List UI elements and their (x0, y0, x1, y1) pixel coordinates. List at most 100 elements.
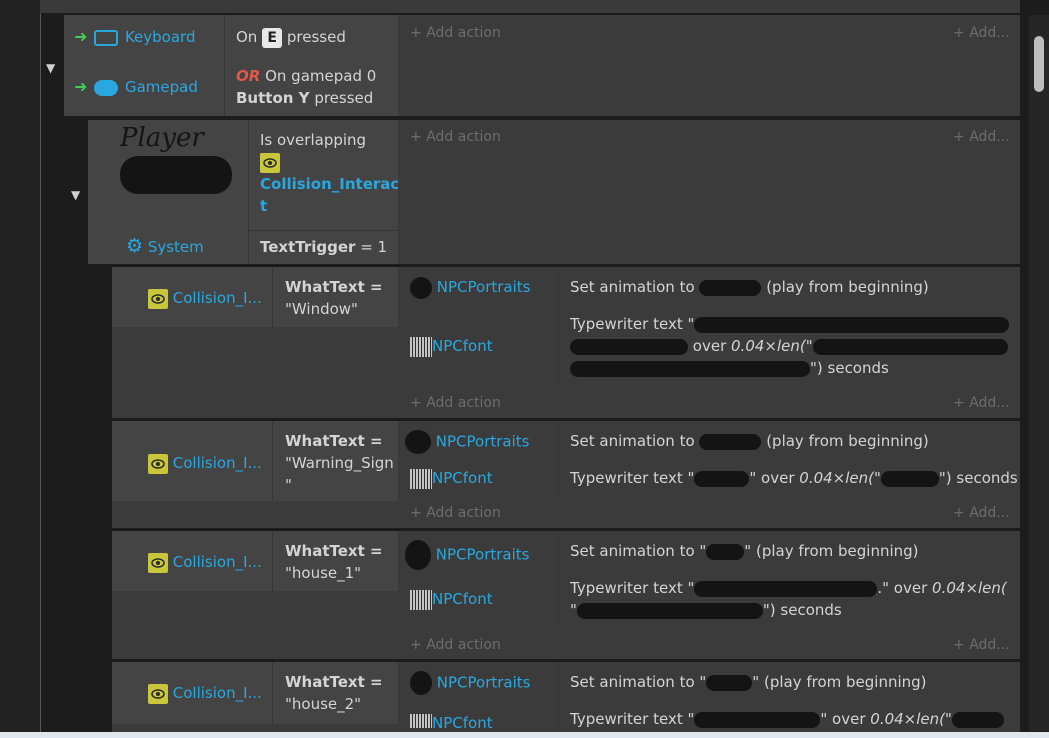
set-animation-action[interactable]: Set animation to (play from beginning) (570, 430, 929, 452)
set-animation-action[interactable]: Set animation to " " (play from beginning… (570, 540, 919, 562)
collision-object-condition[interactable]: Collision_I... (148, 287, 262, 309)
portrait-thumbnail-icon (410, 671, 432, 695)
eye-icon (148, 683, 168, 704)
collision-object-name-cont: t (260, 197, 268, 215)
action-text: Set animation to " (570, 542, 707, 560)
add-more-button[interactable]: + Add... (953, 505, 1010, 521)
collision-object-condition[interactable]: Collision_I... (148, 551, 262, 573)
action-divider (557, 421, 558, 495)
action-text: ") seconds (810, 359, 889, 377)
bitmap-font-icon (410, 468, 432, 489)
add-more-button[interactable]: + Add... (953, 395, 1010, 411)
action-text: " over (820, 710, 866, 728)
keyboard-condition-source[interactable]: ➜ Keyboard (74, 26, 195, 48)
add-action-button[interactable]: + Add action (410, 637, 501, 653)
object-name: Collision_I... (172, 553, 262, 571)
redacted-text (694, 580, 878, 597)
object-name: NPCfont (432, 469, 493, 487)
npc-font-object[interactable]: NPCfont (410, 588, 493, 610)
condition-text: pressed (314, 89, 374, 107)
object-name: Collision_I... (172, 289, 262, 307)
player-handwritten-label: Player (119, 123, 205, 153)
add-action-button[interactable]: + Add action (410, 395, 501, 411)
npc-font-object-clipped[interactable]: NPCfont (410, 712, 550, 728)
action-text: Typewriter text " (570, 315, 695, 333)
typewriter-action[interactable]: Typewriter text " ." over 0.04×len( " ") s… (570, 577, 1007, 621)
typewriter-action[interactable]: Typewriter text " over 0.04×len(" ") sec… (570, 313, 1010, 379)
typewriter-action[interactable]: Typewriter text " " over 0.04×len(" (570, 708, 1004, 730)
collision-object-condition[interactable]: Collision_I... (148, 452, 262, 474)
text-trigger-condition[interactable]: TextTrigger = 1 (260, 236, 387, 258)
redacted-text (570, 338, 688, 355)
gamepad-button-condition[interactable]: OR On gamepad 0 Button Y pressed (236, 65, 376, 109)
collapse-caret-event-2[interactable]: ▼ (71, 185, 80, 203)
npc-portraits-object[interactable]: NPCPortraits (410, 276, 530, 299)
action-expression: 0.04×len(" (731, 337, 813, 355)
condition-divider (272, 662, 273, 724)
action-divider (557, 531, 558, 626)
condition-divider (272, 531, 273, 591)
object-name: NPCPortraits (436, 673, 531, 692)
whattext-condition[interactable]: WhatText = "house_1" (285, 540, 383, 584)
tree-guide-line (40, 0, 41, 738)
collapse-caret-event-1[interactable]: ▼ (46, 58, 55, 76)
variable-value: "house_2" (285, 695, 362, 713)
action-text: over (692, 337, 727, 355)
npc-portraits-object[interactable]: NPCPortraits (405, 430, 529, 454)
add-action-button[interactable]: + Add action (410, 25, 501, 41)
set-animation-action[interactable]: Set animation to " " (play from beginning… (570, 671, 927, 693)
action-divider (557, 662, 558, 732)
add-more-button[interactable]: + Add... (953, 129, 1010, 145)
bitmap-font-icon (410, 713, 432, 728)
portrait-thumbnail-icon (405, 430, 431, 454)
gamepad-condition-source[interactable]: ➜ Gamepad (74, 76, 198, 98)
is-overlapping-condition[interactable]: Is overlapping Collision_Interac t (260, 129, 399, 217)
npc-portraits-object[interactable]: NPCPortraits (405, 540, 529, 570)
action-divider (557, 267, 558, 383)
add-more-button[interactable]: + Add... (953, 637, 1010, 653)
arrow-right-icon: ➜ (74, 27, 88, 46)
add-action-button[interactable]: + Add action (410, 505, 501, 521)
object-name: Collision_I... (172, 684, 262, 702)
variable-name: TextTrigger (260, 238, 356, 256)
condition-divider (248, 120, 249, 264)
variable-name: WhatText = (285, 542, 383, 560)
variable-value: "Warning_Sign (285, 454, 394, 472)
variable-value: "Window" (285, 300, 358, 318)
action-expression: 0.04×len(" (799, 469, 881, 487)
add-action-button[interactable]: + Add action (410, 129, 501, 145)
arrow-right-icon: ➜ (74, 77, 88, 96)
condition-divider (272, 421, 273, 501)
system-object[interactable]: ⚙ System (126, 235, 204, 258)
set-animation-action[interactable]: Set animation to (play from beginning) (570, 276, 929, 298)
whattext-condition[interactable]: WhatText = "Window" (285, 276, 383, 320)
top-scroll-strip (40, 0, 1020, 13)
redacted-text (699, 279, 762, 296)
object-name: NPCfont (432, 714, 493, 728)
whattext-condition[interactable]: WhatText = "Warning_Sign " (285, 430, 394, 496)
keyboard-icon (94, 29, 119, 46)
redacted-text (706, 674, 753, 691)
action-text: (play from beginning) (766, 278, 929, 296)
npc-font-object[interactable]: NPCfont (410, 335, 493, 357)
vertical-scrollbar-track[interactable] (1029, 15, 1049, 731)
editor-left-margin (0, 0, 40, 738)
condition-text: Button Y (236, 89, 310, 107)
condition-divider (272, 267, 273, 327)
condition-text: On gamepad 0 (265, 67, 377, 85)
redacted-text (570, 360, 810, 377)
whattext-condition[interactable]: WhatText = "house_2" (285, 671, 383, 715)
typewriter-action[interactable]: Typewriter text " " over 0.04×len(" ") sec… (570, 467, 1018, 489)
gamepad-label: Gamepad (124, 78, 198, 96)
key-pressed-condition[interactable]: On E pressed (236, 26, 346, 48)
bottom-border (0, 732, 1049, 738)
action-expression: 0.04×len(" (870, 710, 952, 728)
add-more-button[interactable]: + Add... (953, 25, 1010, 41)
collision-object-condition[interactable]: Collision_I... (148, 682, 262, 704)
action-text: Set animation to (570, 278, 695, 296)
system-label: System (147, 238, 204, 256)
npc-portraits-object[interactable]: NPCPortraits (410, 671, 530, 695)
portrait-thumbnail-icon (405, 540, 431, 570)
vertical-scrollbar-thumb[interactable] (1034, 36, 1044, 92)
npc-font-object[interactable]: NPCfont (410, 467, 493, 489)
